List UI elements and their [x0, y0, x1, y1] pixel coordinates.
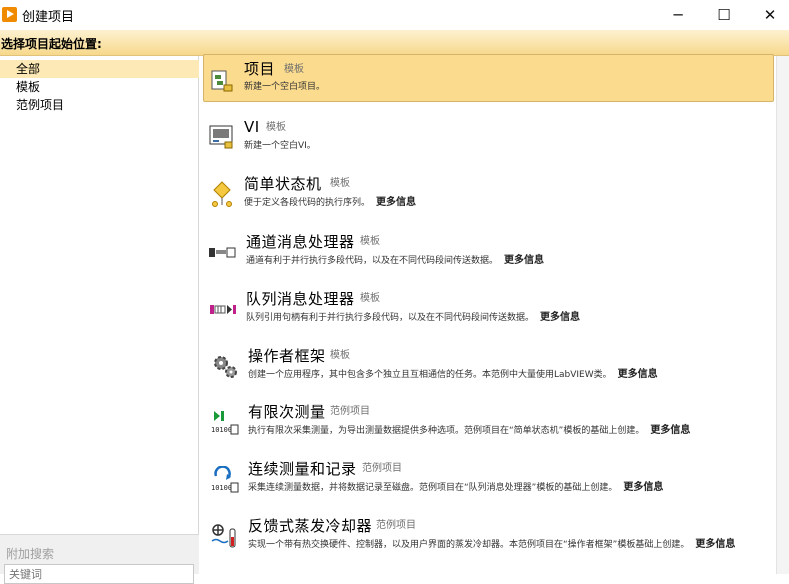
list-item-project[interactable]: 项目 模板 新建一个空白项目。	[203, 54, 774, 102]
list-item-finite-measurement[interactable]: 10100 有限次测量 范例项目 执行有限次采集测量，为导出测量数据提供多种选项…	[200, 398, 774, 454]
item-title: 操作者框架	[248, 347, 326, 365]
additional-search-label: 附加搜索	[6, 547, 55, 561]
item-description: 新建一个空白VI。	[244, 138, 316, 151]
evaporative-cooler-icon	[211, 524, 236, 548]
list-item-continuous-measurement-logging[interactable]: 10100 连续测量和记录 范例项目 采集连续测量数据，并将数据记录至磁盘。范例…	[200, 456, 774, 512]
more-info-link[interactable]: 更多信息	[540, 312, 580, 323]
item-description: 执行有限次采集测量，为导出测量数据提供多种选项。范例项目在“简单状态机”模板的基…	[248, 421, 690, 436]
item-description: 通道有利于并行执行多段代码，以及在不同代码段间传送数据。 更多信息	[246, 251, 544, 266]
item-description-text: 新建一个空白项目。	[244, 82, 326, 92]
item-title: 项目	[244, 60, 276, 78]
item-description-text: 创建一个应用程序，其中包含多个独立且互相通信的任务。本范例中大量使用LabVIE…	[248, 370, 612, 380]
list-item-simple-state-machine[interactable]: 简单状态机 模板 便于定义各段代码的执行序列。 更多信息	[200, 171, 774, 227]
category-templates[interactable]: 模板	[0, 78, 199, 96]
list-item-vi[interactable]: VI 模板 新建一个空白VI。	[200, 114, 774, 170]
item-title: VI	[244, 118, 260, 136]
maximize-button[interactable]: ☐	[701, 0, 747, 30]
channel-icon	[209, 247, 236, 258]
item-description: 创建一个应用程序，其中包含多个独立且互相通信的任务。本范例中大量使用LabVIE…	[248, 365, 658, 380]
search-input[interactable]	[4, 564, 194, 584]
category-sample-projects[interactable]: 范例项目	[0, 96, 199, 114]
item-title: 队列消息处理器	[246, 290, 355, 308]
item-description-text: 新建一个空白VI。	[244, 141, 316, 151]
list-scrollbar[interactable]	[776, 56, 789, 574]
minimize-button[interactable]: ─	[655, 0, 701, 30]
title-bar: 创建项目 ─ ☐ ✕	[0, 0, 789, 30]
item-description: 便于定义各段代码的执行序列。 更多信息	[244, 193, 416, 208]
vi-icon	[209, 125, 233, 149]
state-machine-icon	[212, 181, 232, 207]
item-tag: 模板	[330, 350, 350, 361]
svg-text:10100: 10100	[211, 426, 232, 434]
item-tag: 模板	[266, 122, 286, 133]
item-description-text: 便于定义各段代码的执行序列。	[244, 198, 371, 208]
more-info-link[interactable]: 更多信息	[618, 369, 658, 380]
list-item-evaporative-cooler[interactable]: 反馈式蒸发冷却器 范例项目 实现一个带有热交换硬件、控制器，以及用户界面的蒸发冷…	[200, 513, 774, 569]
window-title: 创建项目	[22, 10, 75, 25]
item-description: 队列引用句柄有利于并行执行多段代码，以及在不同代码段间传送数据。 更多信息	[246, 308, 580, 323]
item-tag: 模板	[360, 236, 380, 247]
item-tag: 模板	[330, 178, 350, 189]
more-info-link[interactable]: 更多信息	[650, 425, 690, 436]
item-tag: 范例项目	[376, 520, 416, 531]
item-description-text: 执行有限次采集测量，为导出测量数据提供多种选项。范例项目在“简单状态机”模板的基…	[248, 426, 645, 436]
list-item-queue-message-handler[interactable]: 队列消息处理器 模板 队列引用句柄有利于并行执行多段代码，以及在不同代码段间传送…	[200, 286, 774, 342]
item-tag: 模板	[284, 64, 304, 75]
item-tag: 模板	[360, 293, 380, 304]
gear-icon	[214, 356, 237, 378]
svg-text:10100: 10100	[211, 484, 232, 492]
more-info-link[interactable]: 更多信息	[504, 255, 544, 266]
category-all[interactable]: 全部	[0, 60, 199, 78]
more-info-link[interactable]: 更多信息	[376, 197, 416, 208]
list-item-actor-framework[interactable]: 操作者框架 模板 创建一个应用程序，其中包含多个独立且互相通信的任务。本范例中大…	[200, 343, 774, 399]
item-title: 通道消息处理器	[246, 233, 355, 251]
labview-app-icon	[2, 7, 17, 22]
item-description-text: 采集连续测量数据，并将数据记录至磁盘。范例项目在“队列消息处理器”模板的基础上创…	[248, 483, 618, 493]
item-description-text: 通道有利于并行执行多段代码，以及在不同代码段间传送数据。	[246, 256, 499, 266]
queue-icon	[210, 305, 236, 314]
item-title: 连续测量和记录	[248, 460, 357, 478]
category-pane: 全部 模板 范例项目	[0, 56, 199, 574]
item-tag: 范例项目	[330, 406, 370, 417]
item-description: 新建一个空白项目。	[244, 79, 325, 92]
section-header-label: 选择项目起始位置:	[1, 37, 102, 51]
list-item-channel-message-handler[interactable]: 通道消息处理器 模板 通道有利于并行执行多段代码，以及在不同代码段间传送数据。更…	[200, 229, 774, 285]
template-list: 项目 模板 新建一个空白项目。 VI 模板 新建一个空白VI。 简单状态机 模板…	[200, 54, 776, 574]
item-description-text: 实现一个带有热交换硬件、控制器，以及用户界面的蒸发冷却器。本范例项目在“操作者框…	[248, 540, 690, 550]
item-description: 采集连续测量数据，并将数据记录至磁盘。范例项目在“队列消息处理器”模板的基础上创…	[248, 478, 663, 493]
item-tag: 范例项目	[362, 463, 402, 474]
item-title: 有限次测量	[248, 403, 326, 421]
section-header: 选择项目起始位置:	[0, 30, 789, 56]
additional-search-area: 附加搜索	[0, 534, 199, 584]
item-title: 简单状态机	[244, 175, 322, 193]
finite-measurement-icon: 10100	[211, 411, 239, 435]
item-description: 实现一个带有热交换硬件、控制器，以及用户界面的蒸发冷却器。本范例项目在“操作者框…	[248, 535, 735, 550]
close-button[interactable]: ✕	[747, 0, 789, 30]
item-description-text: 队列引用句柄有利于并行执行多段代码，以及在不同代码段间传送数据。	[246, 313, 535, 323]
project-icon	[211, 70, 233, 92]
item-title: 反馈式蒸发冷却器	[248, 517, 373, 535]
more-info-link[interactable]: 更多信息	[623, 482, 663, 493]
more-info-link[interactable]: 更多信息	[695, 539, 735, 550]
continuous-measurement-icon: 10100	[211, 466, 239, 493]
